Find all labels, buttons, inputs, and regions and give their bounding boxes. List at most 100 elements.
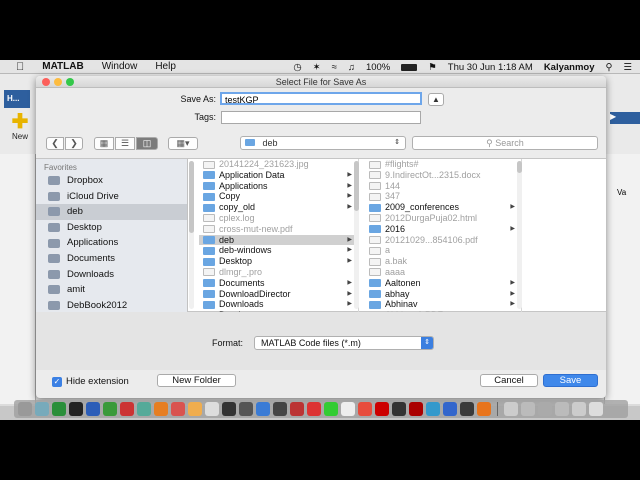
list-view-icon[interactable]: ☰ [115,137,135,150]
trash-icon[interactable] [589,402,603,416]
folder-row[interactable]: abhay ▶ [365,289,521,300]
folder-row[interactable]: deb ▶ [199,234,358,246]
flag-icon[interactable]: ⚑ [428,62,437,73]
folder-row[interactable]: Abhinav ▶ [365,299,521,310]
finder-dock-icon[interactable] [18,402,32,416]
new-button[interactable]: ✚ New [6,112,34,152]
folder-row[interactable]: Downloads ▶ [199,299,358,310]
file-row[interactable]: cplex.log [199,213,358,224]
folder-row[interactable]: Aaltonen ▶ [365,278,521,289]
new-folder-button[interactable]: New Folder [157,374,236,387]
app-dock-icon[interactable] [137,402,151,416]
zoom-icon[interactable] [66,78,74,86]
chrome-dock-icon[interactable] [358,402,372,416]
file-row[interactable]: 347 [365,191,521,202]
battery-percent[interactable]: 100% [366,62,390,73]
powerpoint-dock-icon[interactable] [120,402,134,416]
volume-icon[interactable]: ♫ [348,62,355,73]
close-icon[interactable] [42,78,50,86]
menu-window[interactable]: Window [102,61,138,72]
spotlight-icon[interactable]: ⚲ [606,62,613,73]
search-field[interactable]: ⚲ Search [412,136,598,150]
column-view-icon[interactable]: ◫ [136,137,158,150]
minimize-icon[interactable] [54,78,62,86]
sidebar-scrollbar[interactable] [189,161,194,309]
file-row[interactable]: 20141224_231623.jpg [199,159,358,170]
word-dock-icon[interactable] [86,402,100,416]
app-dock-icon[interactable] [205,402,219,416]
icon-view-icon[interactable]: ▦ [94,137,114,150]
app-dock-icon[interactable] [290,402,304,416]
file-row[interactable]: 20121029...854106.pdf [365,235,521,246]
wifi-icon[interactable]: ≈ [332,62,337,73]
sidebar-item[interactable]: amit [36,282,187,298]
clock[interactable]: Thu 30 Jun 1:18 AM [448,62,533,73]
folder-row[interactable]: 2009_conferences ▶ [365,202,521,213]
path-popup[interactable]: deb ⇕ [240,136,406,150]
acrobat-dock-icon[interactable] [409,402,423,416]
file-row[interactable]: cross-mut-new.pdf [199,224,358,235]
file-row[interactable]: 144 [365,181,521,192]
app-dock-icon[interactable] [426,402,440,416]
app-dock-icon[interactable] [555,402,569,416]
folder-row[interactable]: Application Data ▶ [199,170,358,181]
app-dock-icon[interactable] [171,402,185,416]
app-dock-icon[interactable] [341,402,355,416]
file-row[interactable]: aaaa [365,267,521,278]
apple-icon[interactable]:  [16,61,24,73]
downloads-stack-icon[interactable] [521,402,535,416]
folder-row[interactable]: Copy ▶ [199,191,358,202]
group-view-icon[interactable]: ▦▾ [168,137,198,150]
file-row[interactable]: #flights# [365,159,521,170]
battery-icon[interactable] [401,63,418,71]
save-as-input[interactable]: testKGP [220,92,422,105]
folder-row[interactable]: Documents ▶ [199,278,358,289]
firefox-dock-icon[interactable] [154,402,168,416]
documents-stack-icon[interactable] [504,402,518,416]
file-row[interactable]: 2012DurgaPuja02.html [365,213,521,224]
excel-dock-icon[interactable] [52,402,66,416]
app-dock-icon[interactable] [103,402,117,416]
app-dock-icon[interactable] [375,402,389,416]
format-select[interactable]: MATLAB Code files (*.m) ⇕ [254,336,434,350]
time-machine-icon[interactable]: ◷ [293,62,301,73]
tags-input[interactable] [221,111,421,124]
folder-row[interactable]: DownloadDirector ▶ [199,289,358,300]
sidebar-item[interactable]: Documents [36,251,187,267]
app-dock-icon[interactable] [307,402,321,416]
back-icon[interactable]: ❮ [46,137,64,150]
sidebar-item[interactable]: Downloads [36,267,187,283]
user-name[interactable]: Kalyanmoy [544,62,595,73]
sidebar-item[interactable]: Applications [36,235,187,251]
menu-help[interactable]: Help [155,61,176,72]
menu-app-name[interactable]: MATLAB [42,61,83,72]
file-row[interactable]: dlmgr_.pro [199,267,358,278]
folder-row[interactable]: copy_old ▶ [199,202,358,213]
skype-dock-icon[interactable] [443,402,457,416]
folder-row[interactable]: Applications ▶ [199,181,358,192]
save-button[interactable]: Save [543,374,598,387]
workspace-panel[interactable]: Va [604,154,640,404]
app-dock-icon[interactable] [324,402,338,416]
folder-row[interactable]: 2016 ▶ [365,224,521,235]
app-dock-icon[interactable] [392,402,406,416]
forward-icon[interactable]: ❯ [65,137,83,150]
sidebar-item[interactable]: deb [36,204,187,220]
column-1-scrollbar[interactable] [354,161,359,309]
app-dock-icon[interactable] [273,402,287,416]
terminal-dock-icon[interactable] [69,402,83,416]
current-folder-panel[interactable] [0,154,36,404]
file-row[interactable]: 9.IndirectOt...2315.docx [365,170,521,181]
file-row[interactable]: a [365,245,521,256]
sidebar-item[interactable]: Desktop [36,220,187,236]
file-row[interactable]: a.bak [365,256,521,267]
app-dock-icon[interactable] [239,402,253,416]
sidebar-item[interactable]: iCloud Drive [36,189,187,205]
sidebar-item[interactable]: DebBook2012 [36,298,187,312]
app-dock-icon[interactable] [460,402,474,416]
sidebar-item[interactable]: Dropbox [36,173,187,189]
app-dock-icon[interactable] [222,402,236,416]
app-dock-icon[interactable] [572,402,586,416]
app-dock-icon[interactable] [256,402,270,416]
collapse-chevron-icon[interactable]: ▲ [428,93,444,106]
